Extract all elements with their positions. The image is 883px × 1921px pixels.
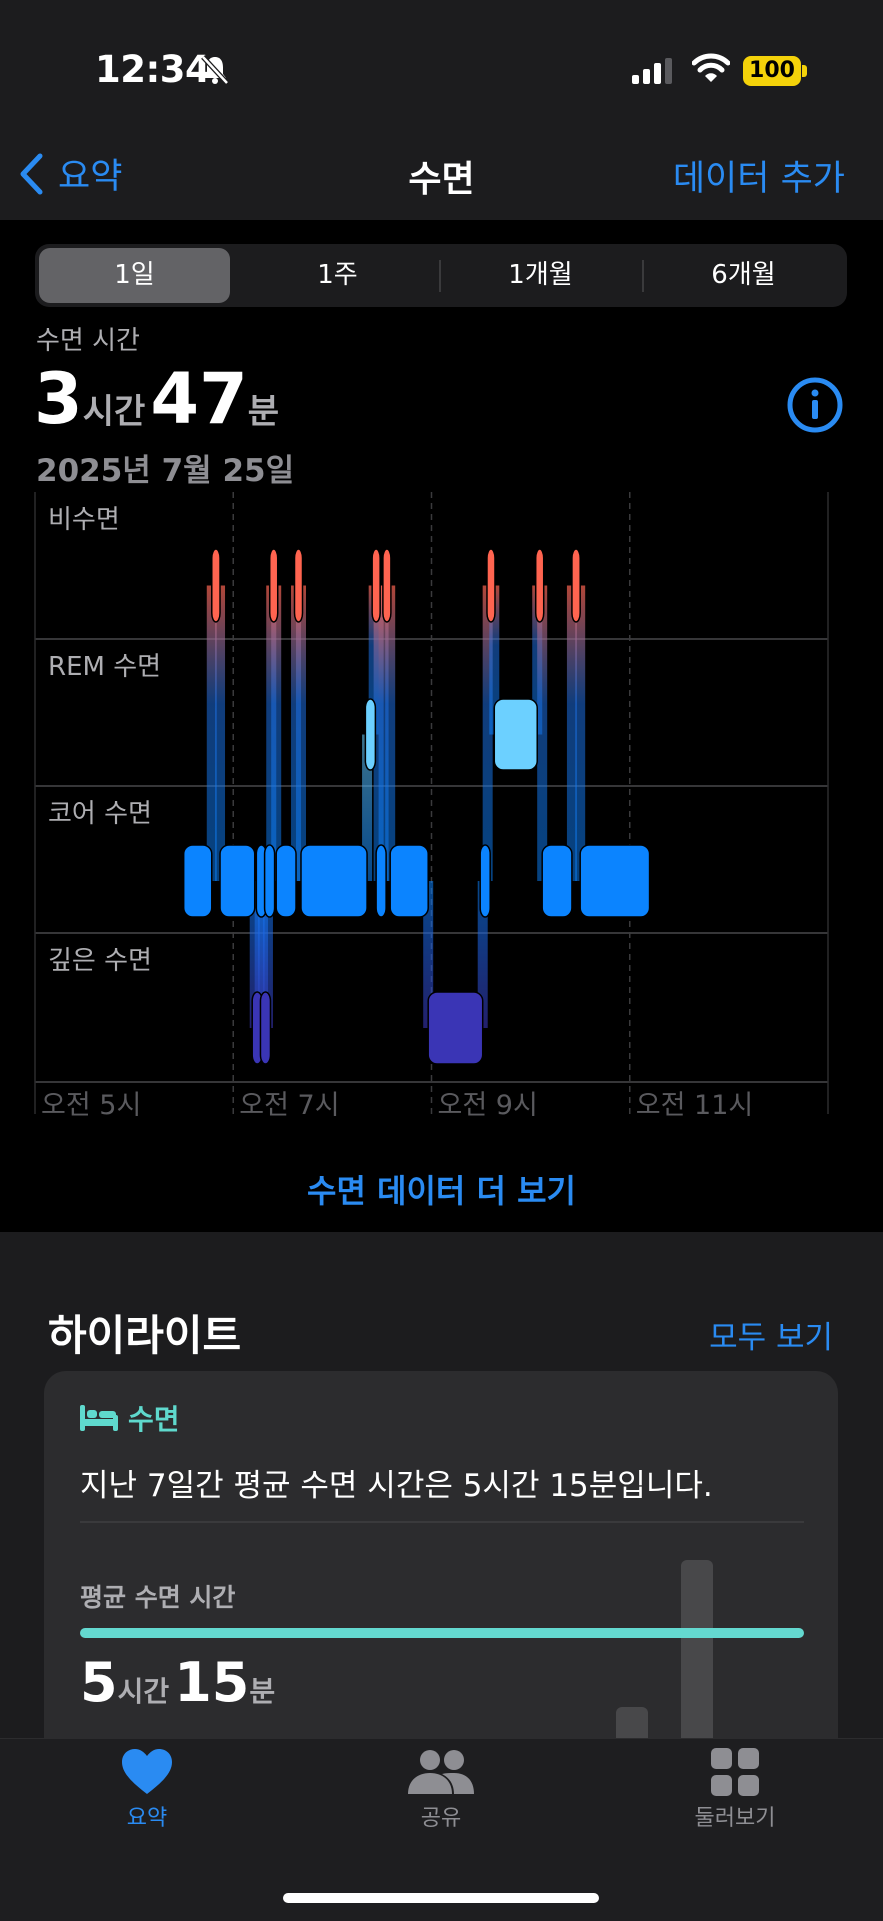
stage-label: 비수면 (48, 505, 120, 535)
x-tick-label: 오전 11시 (636, 1090, 753, 1121)
period-segmented-control: 1일 1주 1개월 6개월 (35, 244, 847, 307)
tab-browse[interactable]: 둘러보기 (635, 1748, 835, 1832)
sleep-stage-bar (479, 844, 491, 918)
sleep-stage-bar (364, 698, 377, 771)
sleep-stage-bar (493, 698, 538, 771)
sleep-time-label: 수면 시간 (36, 326, 140, 356)
sleep-stage-bar (571, 548, 581, 623)
tab-sharing-label: 공유 (420, 1806, 462, 1831)
stage-transition (215, 585, 226, 881)
sleep-stage-bar (275, 844, 297, 918)
sleep-stage-bar (375, 844, 387, 918)
sleep-stage-bar (293, 548, 304, 623)
avg-sleep-bar (80, 1628, 804, 1638)
sleep-date: 2025년 7월 25일 (36, 453, 295, 489)
hours-unit: 시간 (82, 392, 146, 432)
sleep-stage-bar (541, 844, 573, 918)
sleep-minutes: 47 (150, 358, 248, 440)
stage-transition (575, 585, 586, 881)
x-tick-label: 오전 5시 (41, 1090, 141, 1121)
battery-tip (802, 65, 807, 77)
tab-sharing[interactable]: 공유 (341, 1748, 541, 1832)
avg-hours: 5 (80, 1651, 118, 1714)
avg-hours-unit: 시간 (117, 1675, 170, 1708)
more-sleep-data-link[interactable]: 수면 데이터 더 보기 (0, 1166, 883, 1212)
grid-icon (711, 1748, 759, 1796)
x-tick-label: 오전 7시 (239, 1090, 339, 1121)
sleep-stage-bar (389, 844, 429, 918)
highlight-category: 수면 (80, 1398, 180, 1438)
battery-indicator: 100 (743, 56, 801, 86)
stage-label: REM 수면 (48, 652, 161, 682)
silent-bell-icon (200, 54, 230, 90)
stage-label: 깊은 수면 (48, 946, 152, 976)
card-divider (80, 1521, 804, 1523)
sleep-stage-bar (534, 548, 545, 623)
stage-transition (271, 585, 282, 881)
people-icon (408, 1750, 474, 1794)
sleep-stage-bar (219, 844, 256, 918)
stage-transition (295, 585, 306, 881)
highlight-text: 지난 7일간 평균 수면 시간은 5시간 15분입니다. (80, 1468, 713, 1504)
tab-browse-label: 둘러보기 (694, 1806, 776, 1831)
avg-sleep-value: 5시간 15분 (80, 1651, 275, 1714)
minutes-unit: 분 (247, 392, 280, 432)
highlights-title: 하이라이트 (48, 1311, 242, 1360)
sleep-stage-bar (268, 548, 279, 623)
add-data-button[interactable]: 데이터 추가 (673, 150, 845, 201)
sleep-duration: 3시간 47분 (34, 358, 279, 440)
tab-summary[interactable]: 요약 (47, 1748, 247, 1832)
sleep-stage-bar (382, 548, 392, 623)
segment-6-months[interactable]: 6개월 (644, 244, 843, 307)
segment-1-day[interactable]: 1일 (39, 248, 230, 303)
tab-summary-label: 요약 (126, 1806, 168, 1831)
avg-minutes-unit: 분 (249, 1675, 276, 1708)
see-all-button[interactable]: 모두 보기 (709, 1312, 833, 1357)
stage-transition (385, 585, 396, 881)
sleep-stage-bar (579, 844, 651, 918)
avg-minutes: 15 (174, 1651, 250, 1714)
sleep-stage-bar (211, 548, 221, 623)
mini-chart-bar (681, 1560, 713, 1740)
info-button[interactable] (786, 376, 844, 438)
highlight-category-label: 수면 (128, 1403, 180, 1436)
bed-icon (80, 1405, 118, 1431)
sleep-stage-bar (182, 844, 213, 918)
info-icon (787, 377, 843, 433)
sleep-hours: 3 (34, 358, 83, 440)
sleep-stage-bar (427, 991, 484, 1065)
avg-sleep-label: 평균 수면 시간 (80, 1583, 236, 1612)
stage-label: 코어 수면 (48, 799, 152, 829)
sleep-stage-chart: 비수면 REM 수면코어 수면깊은 수면오전 5시 오전 7시 오전 9시 오전 11시 (34, 492, 829, 1121)
status-time: 12:34 (95, 48, 211, 91)
sleep-stage-bar (371, 548, 381, 623)
segment-1-month[interactable]: 1개월 (441, 244, 640, 307)
x-tick-label: 오전 9시 (438, 1090, 538, 1121)
sleep-stage-bar (486, 548, 496, 623)
heart-icon (122, 1749, 172, 1794)
segment-1-week[interactable]: 1주 (238, 244, 437, 307)
wifi-icon (691, 52, 731, 88)
home-indicator (283, 1893, 599, 1903)
stage-transition (537, 585, 548, 881)
cellular-signal-icon (632, 58, 674, 88)
sleep-stage-bar (300, 844, 368, 918)
sleep-stage-bar (263, 844, 276, 918)
sleep-stage-bar (259, 991, 272, 1065)
mini-chart-bar (616, 1707, 648, 1740)
